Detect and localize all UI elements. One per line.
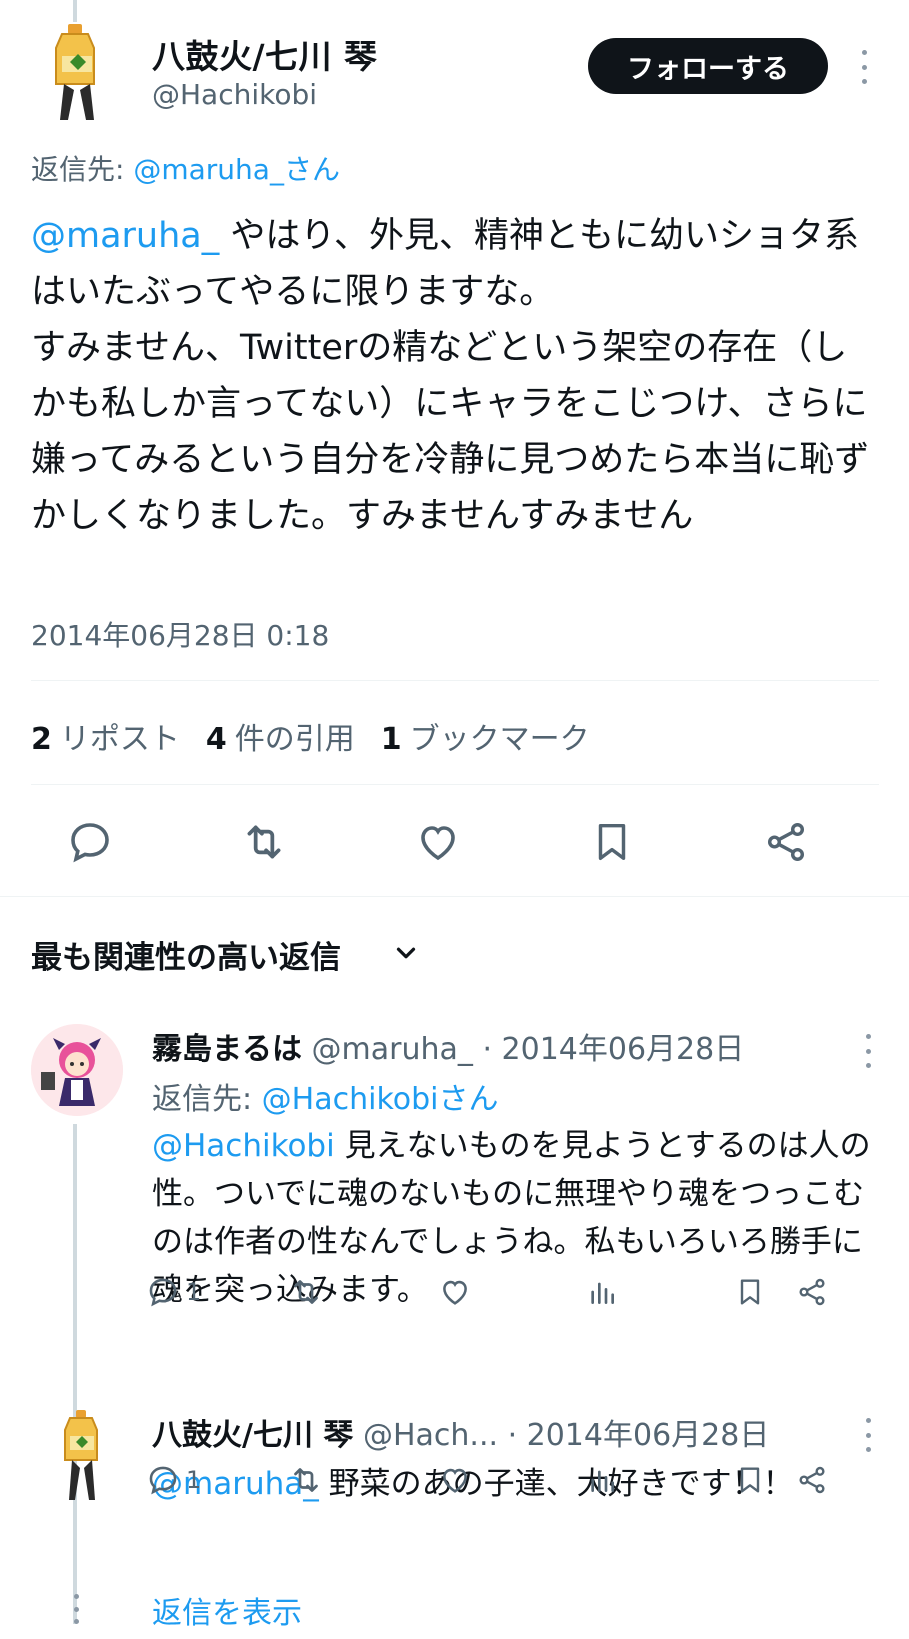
reply-count: 1	[186, 1278, 202, 1306]
tweet-body: やはり、外見、精神ともに幼いショタ系はいたぶってやるに限りますな。 すみません、…	[31, 216, 870, 536]
engagement-stats: 2 リポスト 4 件の引用 1 ブックマーク	[31, 714, 590, 758]
replying-to: 返信先: @Hachikobiさん	[152, 1074, 498, 1118]
reposts-stat[interactable]: 2 リポスト	[31, 714, 180, 758]
repost-icon[interactable]	[288, 1460, 324, 1500]
quotes-stat[interactable]: 4 件の引用	[206, 714, 355, 758]
share-icon[interactable]	[796, 1272, 828, 1312]
chevron-down-icon[interactable]	[391, 938, 421, 968]
share-icon[interactable]	[796, 1460, 828, 1500]
handle[interactable]: @Hachikobi	[152, 78, 317, 111]
avatar[interactable]	[56, 1410, 108, 1502]
mention-link[interactable]: @Hachikobi	[152, 1128, 335, 1164]
thread-continuation-dots	[72, 1594, 80, 1624]
like-icon[interactable]	[438, 1460, 472, 1500]
repost-icon[interactable]	[236, 814, 292, 870]
more-options-icon[interactable]	[856, 50, 872, 84]
reply-button[interactable]: 1	[146, 1460, 201, 1500]
replying-to-link[interactable]: @Hachikobiさん	[262, 1082, 499, 1117]
reply-header: 霧島まるは @maruha_ · 2014年06月28日	[152, 1024, 744, 1068]
mention-link[interactable]: @maruha_	[31, 216, 219, 256]
reply-action-bar-2: 1	[149, 1460, 882, 1500]
divider	[0, 896, 909, 897]
more-options-icon[interactable]	[860, 1034, 876, 1068]
reply-sort-label[interactable]: 最も関連性の高い返信	[31, 932, 341, 977]
like-icon[interactable]	[438, 1272, 472, 1312]
avatar[interactable]	[38, 22, 114, 122]
follow-button[interactable]: フォローする	[588, 38, 828, 94]
reply-date[interactable]: · 2014年06月28日	[482, 1032, 744, 1067]
thread-line	[73, 0, 77, 22]
handle[interactable]: @maruha_	[312, 1032, 473, 1067]
replying-prefix: 返信先:	[152, 1082, 262, 1117]
timestamp[interactable]: 2014年06月28日 0:18	[31, 614, 329, 654]
replying-to-link[interactable]: @maruha_さん	[133, 153, 340, 186]
handle[interactable]: @Hach...	[363, 1418, 498, 1453]
views-icon[interactable]	[586, 1272, 618, 1312]
views-icon[interactable]	[586, 1460, 618, 1500]
display-name[interactable]: 八鼓火/七川 琴	[152, 30, 378, 78]
like-icon[interactable]	[410, 814, 466, 870]
replying-prefix: 返信先:	[31, 153, 134, 186]
show-replies-link[interactable]: 返信を表示	[152, 1588, 302, 1632]
reply-icon	[149, 1466, 177, 1495]
more-options-icon[interactable]	[860, 1418, 876, 1452]
avatar[interactable]	[31, 1024, 123, 1116]
display-name[interactable]: 八鼓火/七川 琴	[152, 1418, 353, 1453]
display-name[interactable]: 霧島まるは	[152, 1032, 302, 1067]
reply-count: 1	[186, 1466, 202, 1494]
reply-header: 八鼓火/七川 琴 @Hach... · 2014年06月28日	[152, 1410, 769, 1454]
divider	[31, 784, 879, 785]
tweet-text: @maruha_ やはり、外見、精神ともに幼いショタ系はいたぶってやるに限ります…	[31, 208, 881, 544]
reply-button[interactable]: 1	[146, 1272, 201, 1312]
bookmark-icon[interactable]	[734, 1272, 766, 1312]
bookmark-icon[interactable]	[584, 814, 640, 870]
bookmark-icon[interactable]	[734, 1460, 766, 1500]
divider	[31, 680, 879, 681]
action-bar	[0, 800, 909, 886]
reply-icon[interactable]	[62, 814, 118, 870]
replying-to: 返信先: @maruha_さん	[31, 148, 340, 188]
repost-icon[interactable]	[288, 1272, 324, 1312]
share-icon[interactable]	[758, 814, 814, 870]
reply-icon	[149, 1278, 177, 1307]
thread-line	[73, 1124, 77, 1624]
reply-action-bar: 1	[149, 1272, 882, 1312]
bookmarks-stat[interactable]: 1 ブックマーク	[381, 714, 590, 758]
reply-date[interactable]: · 2014年06月28日	[508, 1418, 770, 1453]
